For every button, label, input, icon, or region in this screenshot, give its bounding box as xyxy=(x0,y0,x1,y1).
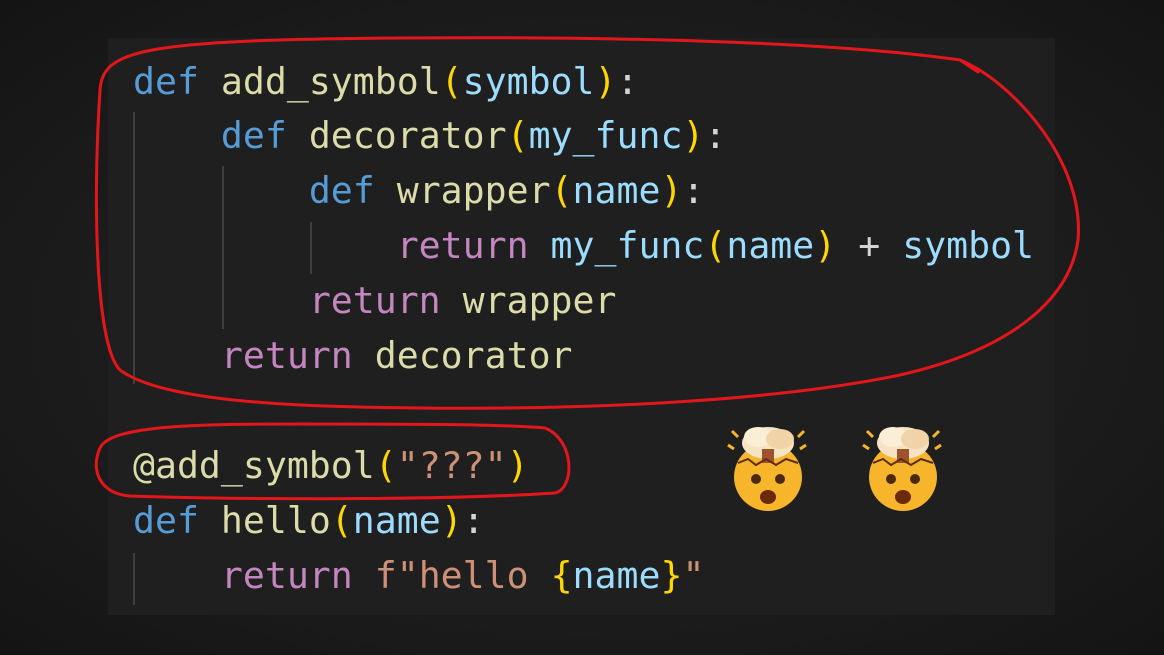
annotation-layer xyxy=(94,36,1080,501)
annotation-circle-decorator xyxy=(95,36,1080,410)
annotation-circle-decorator-call xyxy=(94,422,571,501)
exploding-head-icon xyxy=(727,427,807,511)
screenshot-stage: def add_symbol(symbol): def decorator(my… xyxy=(0,0,1164,655)
exploding-head-icon xyxy=(862,427,942,511)
